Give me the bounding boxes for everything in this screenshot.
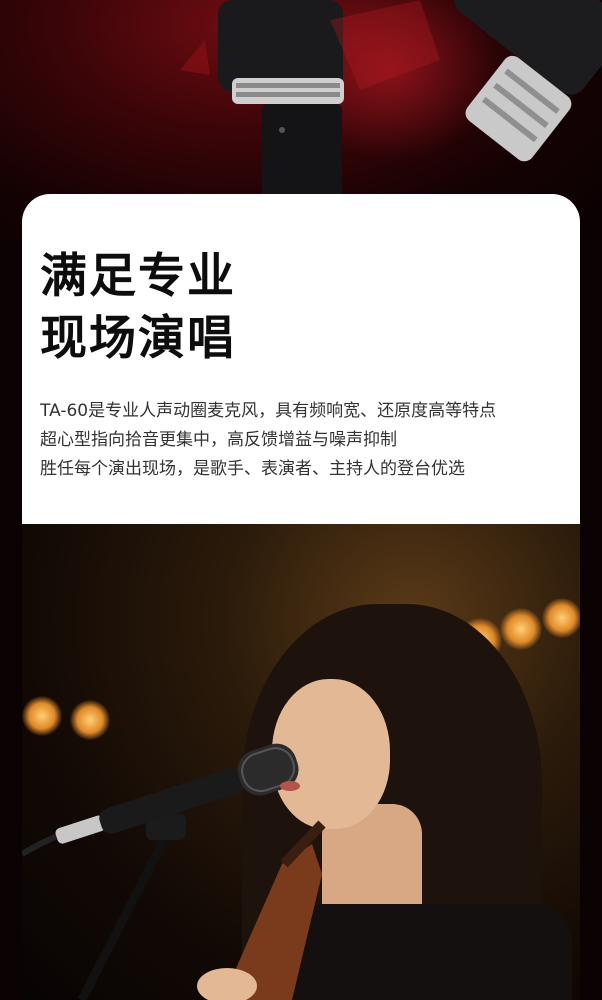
- description-line-3: 胜任每个演出现场，是歌手、表演者、主持人的登台优选: [40, 459, 465, 479]
- description-line-1: TA-60是专业人声动圈麦克风，具有频响宽、还原度高等特点: [40, 401, 497, 421]
- singer-performance-photo: [22, 524, 580, 1000]
- description-line-2: 超心型指向拾音更集中，高反馈增益与噪声抑制: [40, 430, 397, 450]
- microphone-on-stand-icon: [22, 743, 326, 1000]
- product-description: TA-60是专业人声动圈麦克风，具有频响宽、还原度高等特点 超心型指向拾音更集中…: [40, 397, 570, 484]
- page-title: 满足专业 现场演唱: [40, 246, 236, 370]
- headline-line-1: 满足专业: [40, 249, 236, 304]
- headline-line-2: 现场演唱: [40, 311, 236, 366]
- info-card: 满足专业 现场演唱 TA-60是专业人声动圈麦克风，具有频响宽、还原度高等特点 …: [22, 194, 580, 524]
